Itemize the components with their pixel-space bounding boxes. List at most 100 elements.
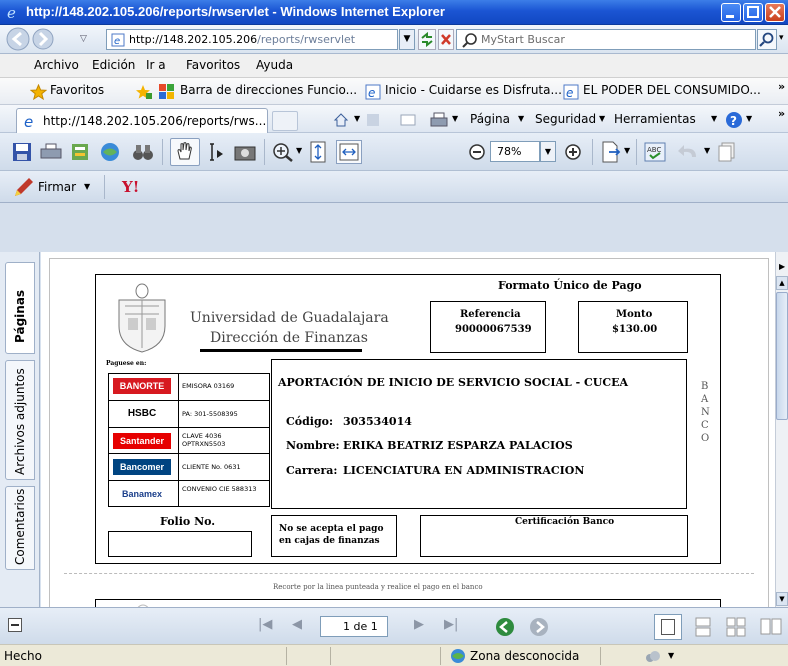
svg-text:e: e	[114, 36, 120, 47]
prev-page-icon[interactable]: ◀	[292, 617, 302, 632]
fit-page-icon[interactable]	[310, 141, 326, 163]
zoom-dropdown-button[interactable]: ▼	[540, 141, 556, 162]
last-page-icon[interactable]: ▶|	[444, 617, 458, 632]
document-props-icon[interactable]	[718, 142, 736, 162]
next-page-icon[interactable]: ▶	[414, 617, 424, 632]
panel-expand-icon[interactable]: ▶	[779, 262, 785, 271]
navigation-panel: Páginas Archivos adjuntos Comentarios	[0, 252, 40, 607]
print-icon[interactable]	[430, 111, 448, 129]
bank-reference: CLAVE 4036 OPTRXN5503	[182, 431, 226, 448]
undo-icon[interactable]	[676, 143, 700, 161]
page-number-input[interactable]: 1 de 1	[320, 616, 388, 637]
address-dropdown-button[interactable]: ▼	[399, 29, 415, 50]
favorite-link-3[interactable]: EL PODER DEL CONSUMIDO...	[583, 83, 761, 97]
previous-view-icon[interactable]	[494, 616, 516, 638]
carrera-label: Carrera:	[286, 464, 338, 477]
zoom-level-input[interactable]: 78%	[490, 141, 540, 162]
favorites-button[interactable]: Favoritos	[50, 83, 104, 97]
fit-width-button[interactable]	[336, 140, 362, 164]
feeds-icon[interactable]	[366, 113, 380, 127]
chevron-more-icon[interactable]: »	[778, 107, 785, 120]
chevron-more-icon[interactable]: »	[778, 80, 785, 93]
forward-button[interactable]	[32, 28, 54, 50]
stop-button[interactable]	[438, 29, 454, 50]
bank-row: Banamex CONVENIO CIE 588313	[108, 480, 270, 507]
add-favorite-icon[interactable]	[135, 84, 153, 100]
facing-layout-icon[interactable]	[726, 617, 746, 637]
print-icon[interactable]	[40, 142, 62, 162]
minimize-button[interactable]	[721, 3, 741, 22]
organizer-icon[interactable]	[70, 142, 90, 162]
banco-letter: O	[701, 433, 710, 444]
hand-tool-button[interactable]	[170, 138, 200, 166]
favorite-link-1[interactable]: Barra de direcciones Funcio...	[180, 83, 357, 97]
undo-dropdown-icon[interactable]: ▼	[704, 146, 710, 155]
zoom-in-tool-icon[interactable]	[272, 142, 294, 162]
scroll-up-button[interactable]: ▲	[776, 276, 788, 290]
seguridad-menu[interactable]: Seguridad	[535, 112, 596, 126]
find-binoculars-icon[interactable]	[132, 142, 154, 162]
back-button[interactable]	[6, 27, 30, 51]
menu-archivo[interactable]: Archivo	[34, 58, 79, 72]
protected-mode-icon[interactable]	[644, 649, 662, 663]
collapse-panel-button[interactable]	[8, 618, 22, 632]
zoom-in-icon[interactable]	[564, 143, 582, 161]
scroll-down-button[interactable]: ▼	[776, 592, 788, 606]
bank-row: Santander CLAVE 4036 OPTRXN5503	[108, 426, 270, 454]
email-globe-icon[interactable]	[100, 142, 122, 162]
address-input[interactable]: e http://148.202.105.206/reports/rwservl…	[106, 29, 398, 50]
zoom-tool-dropdown-icon[interactable]: ▼	[296, 146, 302, 155]
print-dropdown-icon[interactable]: ▼	[452, 114, 458, 123]
mail-icon[interactable]	[400, 113, 416, 127]
home-icon[interactable]	[333, 112, 349, 128]
search-button[interactable]	[757, 29, 777, 50]
close-button[interactable]	[765, 3, 785, 22]
status-divider	[440, 647, 441, 665]
yahoo-icon[interactable]: Y!	[122, 178, 139, 196]
help-dropdown-icon[interactable]: ▼	[746, 114, 752, 123]
herramientas-dropdown-icon[interactable]: ▼	[711, 114, 717, 123]
zoom-level-value: 78%	[497, 145, 522, 158]
tab-archivos-adjuntos[interactable]: Archivos adjuntos	[5, 360, 35, 480]
snapshot-icon[interactable]	[234, 143, 256, 161]
vertical-scrollbar[interactable]: ▶ ▲ ▼	[775, 252, 788, 607]
history-dropdown-icon[interactable]: ▽	[80, 34, 87, 44]
document-viewport[interactable]: Universidad de Guadalajara Dirección de …	[41, 252, 775, 607]
seguridad-dropdown-icon[interactable]: ▼	[599, 114, 605, 123]
next-view-icon[interactable]	[528, 616, 550, 638]
page-indicator: 1 de 1	[343, 620, 378, 633]
menu-ir-a[interactable]: Ir a	[146, 58, 166, 72]
search-input[interactable]: MyStart Buscar	[456, 29, 756, 50]
bank-logo: Banamex	[121, 489, 163, 500]
zoom-out-icon[interactable]	[468, 143, 486, 161]
tab-current[interactable]: e http://148.202.105.206/reports/rws...	[16, 108, 268, 133]
continuous-layout-icon[interactable]	[694, 617, 712, 637]
export-page-icon[interactable]	[600, 141, 622, 163]
maximize-button[interactable]	[743, 3, 763, 22]
pagina-menu[interactable]: Página	[470, 112, 510, 126]
pagina-dropdown-icon[interactable]: ▼	[518, 114, 524, 123]
single-page-layout-button[interactable]	[654, 614, 682, 640]
firmar-button[interactable]: Firmar ▼	[12, 177, 96, 199]
search-options-icon[interactable]: ▾	[779, 33, 784, 43]
zoom-status-dropdown-icon[interactable]: ▼	[668, 651, 674, 660]
save-icon[interactable]	[12, 142, 32, 162]
spellcheck-icon[interactable]: ABC	[644, 142, 666, 162]
refresh-button[interactable]	[418, 29, 436, 50]
herramientas-menu[interactable]: Herramientas	[614, 112, 696, 126]
first-page-icon[interactable]: |◀	[258, 617, 272, 632]
favorite-link-2[interactable]: Inicio - Cuidarse es Disfruta...	[385, 83, 562, 97]
help-icon[interactable]: ?	[725, 111, 743, 129]
continuous-facing-layout-icon[interactable]	[760, 617, 782, 637]
tab-row: e http://148.202.105.206/reports/rws... …	[0, 105, 788, 133]
menu-edicion[interactable]: Edición	[92, 58, 135, 72]
export-dropdown-icon[interactable]: ▼	[624, 146, 630, 155]
menu-favoritos[interactable]: Favoritos	[186, 58, 240, 72]
new-tab-button[interactable]	[272, 111, 298, 131]
home-dropdown-icon[interactable]: ▼	[354, 114, 360, 123]
tab-comentarios[interactable]: Comentarios	[5, 486, 35, 570]
tab-paginas[interactable]: Páginas	[5, 262, 35, 354]
select-text-icon[interactable]	[206, 142, 226, 162]
menu-ayuda[interactable]: Ayuda	[256, 58, 293, 72]
scroll-thumb[interactable]	[776, 292, 788, 420]
